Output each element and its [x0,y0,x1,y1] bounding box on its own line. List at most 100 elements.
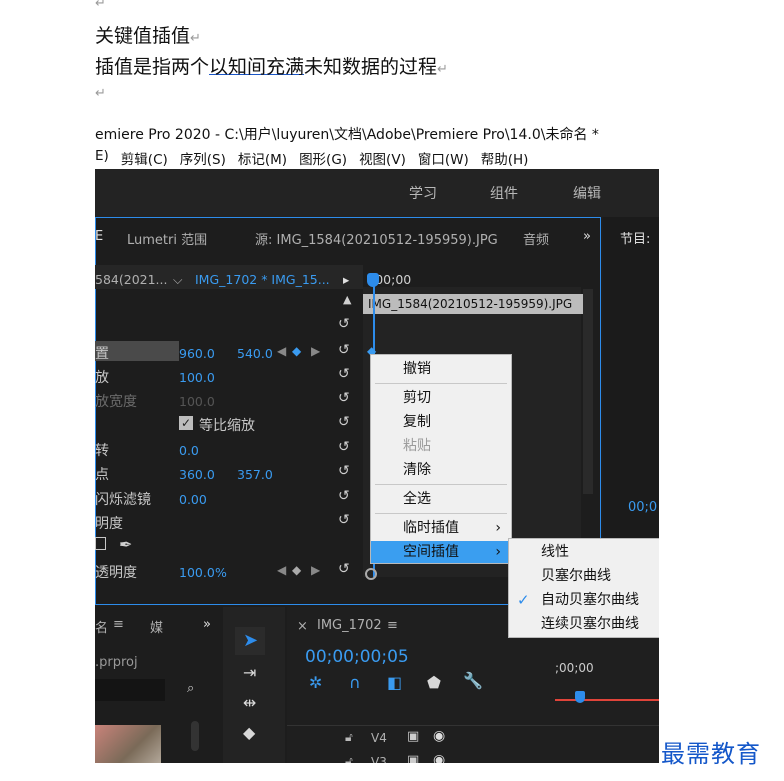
scroll-up-icon[interactable]: ▲ [343,293,351,306]
menu-graphics[interactable]: 图形(G) [299,148,347,168]
clip-bar[interactable]: IMG_1584(20210512-195959).JPG [363,294,583,314]
track-select-tool-icon[interactable]: ⇥ [243,663,256,682]
linked-selection-icon[interactable]: ◧ [387,673,402,692]
menu-item-undo[interactable]: 撤销 [371,358,511,380]
selection-tool-icon[interactable]: ➤ [243,630,258,651]
submenu-item-auto-bezier[interactable]: ✓ 自动贝塞尔曲线 [509,589,659,611]
next-keyframe-icon[interactable]: ▶ [311,563,320,577]
lock-icon[interactable]: 🔓︎ [345,754,353,763]
opacity-value[interactable]: 100.0 [179,565,215,580]
play-triangle-icon[interactable]: ▸ [343,272,349,287]
hamburger-icon[interactable]: ≡ [387,618,398,633]
ripple-edit-tool-icon[interactable]: ⇹ [243,693,256,712]
workspace-tab-assembly[interactable]: 组件 [490,183,518,203]
paragraph-mark: ↵ [190,31,201,46]
nest-icon[interactable]: ✲ [309,673,322,692]
wrench-settings-icon[interactable]: 🔧 [463,671,483,690]
menu-sequence[interactable]: 序列(S) [180,148,226,168]
keyframe-diamond-icon[interactable]: ◆ [292,563,301,577]
prev-keyframe-icon[interactable]: ◀ [277,563,286,577]
eye-icon[interactable]: ◉ [433,752,445,763]
scale-value[interactable]: 100.0 [179,370,215,385]
submenu-item-continuous-bezier[interactable]: 连续贝塞尔曲线 [509,613,659,635]
clip-thumbnail[interactable] [95,725,161,763]
menu-help[interactable]: 帮助(H) [481,148,529,168]
anchor-y-value[interactable]: 357.0 [237,467,273,482]
menu-clip[interactable]: 剪辑(C) [121,148,168,168]
keyframe-context-menu: 撤销 剪切 复制 粘贴 清除 全选 临时插值 › 空间插值 › [370,354,512,564]
clip-tab-a[interactable]: 584(2021... [95,272,167,287]
panel-overflow-button[interactable]: » [583,229,591,244]
hamburger-icon[interactable]: ≡ [113,617,124,632]
reset-icon[interactable]: ↺ [338,343,352,357]
reset-icon[interactable]: ↺ [338,367,352,381]
tab-project[interactable]: 名 [95,617,108,636]
reset-icon[interactable]: ↺ [338,562,352,576]
lock-icon[interactable]: 🔓︎ [345,730,353,745]
menu-item-select-all[interactable]: 全选 [371,488,511,510]
anchor-x-value[interactable]: 360.0 [179,467,215,482]
sync-lock-icon[interactable]: ▣ [407,753,419,763]
reset-icon[interactable]: ↺ [338,513,352,527]
tab-program[interactable]: 节目: [620,228,650,247]
menu-item-copy[interactable]: 复制 [371,411,511,433]
track-label-v3: V3 [371,755,387,763]
pen-tool-icon[interactable]: ✒ [119,535,132,554]
project-search-input[interactable] [95,679,165,701]
submenu-item-bezier[interactable]: 贝塞尔曲线 [509,565,659,587]
snap-magnet-icon[interactable]: ∩ [349,673,361,692]
workspace-tab-learn[interactable]: 学习 [409,183,437,203]
close-icon[interactable]: × [297,619,308,634]
uniform-scale-checkbox[interactable]: ✓ [179,416,193,430]
menu-item-spatial-interpolation[interactable]: 空间插值 › [371,541,511,563]
workspace-tab-editing[interactable]: 编辑 [573,183,601,203]
playhead-handle[interactable] [367,273,379,287]
razor-tool-icon[interactable]: ◆ [243,723,255,742]
prev-keyframe-icon[interactable]: ◀ [277,344,286,358]
timeline-end-handle[interactable] [365,568,377,580]
reset-icon[interactable]: ↺ [338,489,352,503]
eye-icon[interactable]: ◉ [433,728,445,744]
next-keyframe-icon[interactable]: ▶ [311,344,320,358]
menu-view[interactable]: 视图(V) [359,148,406,168]
reset-icon[interactable]: ↺ [338,464,352,478]
rectangle-mask-icon[interactable] [95,537,106,550]
menu-item-clear[interactable]: 清除 [371,459,511,481]
scrollbar[interactable] [583,289,593,494]
tab-sequence[interactable]: IMG_1702 [317,618,382,633]
position-y-value[interactable]: 540.0 [237,346,273,361]
menu-item-temporal-interpolation[interactable]: 临时插值 › [371,517,511,539]
paragraph-mark: ↵ [437,62,448,77]
reset-icon[interactable]: ↺ [338,391,352,405]
panel-overflow-button[interactable]: » [203,617,211,632]
reset-icon[interactable]: ↺ [338,440,352,454]
chevron-down-icon[interactable]: ⌵ [173,272,182,288]
add-marker-icon[interactable]: ⬟ [427,673,441,692]
scrollbar[interactable] [191,721,199,751]
menu-window[interactable]: 窗口(W) [418,148,469,168]
sequence-timecode[interactable]: 00;00;00;05 [305,647,409,667]
panel-tab-row: E Lumetri 范围 源: IMG_1584(20210512-195959… [95,219,650,253]
tab-lumetri-scopes[interactable]: Lumetri 范围 [127,229,207,248]
clip-tab-b[interactable]: IMG_1702 * IMG_15... [195,272,330,287]
tab-media-browser[interactable]: 媒 [150,617,163,636]
workspace-bar: 学习 组件 编辑 [95,169,659,217]
reset-icon[interactable]: ↺ [338,317,352,331]
search-bin-icon[interactable]: ⌕ [187,681,194,696]
tab-source[interactable]: 源: IMG_1584(20210512-195959).JPG [255,229,498,248]
rotation-value[interactable]: 0.0 [179,443,199,458]
tab-effect-controls[interactable]: E [95,229,103,244]
flicker-value[interactable]: 0.00 [179,492,207,507]
menu-item-cut[interactable]: 剪切 [371,387,511,409]
position-x-value[interactable]: 960.0 [179,346,215,361]
track-label-v4: V4 [371,731,387,745]
reset-icon[interactable]: ↺ [338,415,352,429]
menu-edit[interactable]: E) [95,148,109,168]
keyframe-diamond-icon[interactable]: ◆ [292,344,301,358]
submenu-item-linear[interactable]: 线性 [509,541,659,563]
playhead-handle[interactable] [575,691,585,703]
sync-lock-icon[interactable]: ▣ [407,729,419,744]
work-area-bar[interactable] [555,699,659,701]
tab-audio[interactable]: 音频 [523,229,549,248]
menu-marker[interactable]: 标记(M) [238,148,287,168]
